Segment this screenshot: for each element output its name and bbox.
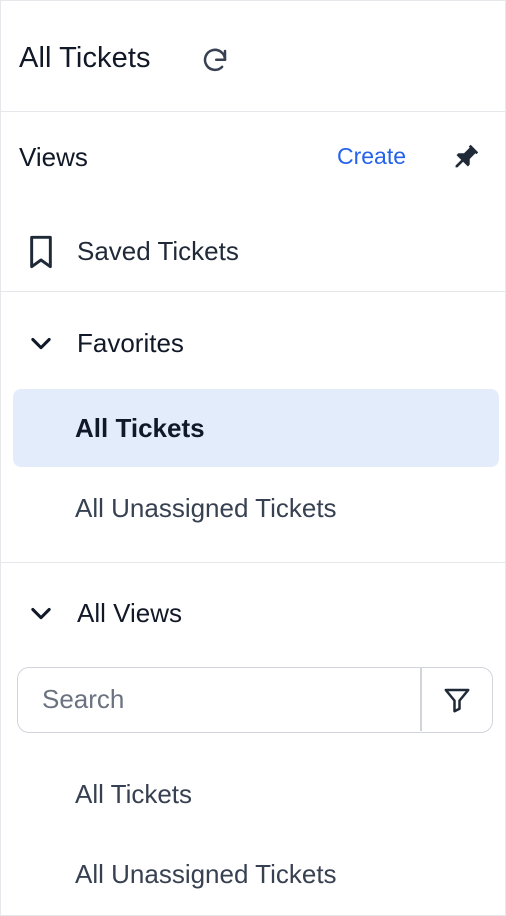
saved-tickets-item[interactable]: Saved Tickets: [1, 213, 505, 292]
favorites-label: Favorites: [77, 328, 184, 358]
bookmark-icon: [25, 234, 57, 270]
views-panel: All Tickets Views Create Saved Tickets F…: [0, 0, 506, 916]
all-views-label: All Views: [77, 598, 183, 628]
view-item-all-unassigned-tickets[interactable]: All Unassigned Tickets: [13, 835, 499, 913]
favorite-item-all-unassigned-tickets[interactable]: All Unassigned Tickets: [13, 469, 499, 547]
view-item-all-tickets[interactable]: All Tickets: [13, 755, 499, 833]
list-item-label: All Tickets: [75, 413, 205, 443]
refresh-icon[interactable]: [199, 45, 231, 77]
list-item-label: All Tickets: [75, 779, 193, 809]
search-input[interactable]: [20, 670, 416, 728]
divider: [1, 562, 505, 563]
views-label: Views: [19, 142, 88, 172]
pin-icon[interactable]: [447, 140, 483, 176]
list-item-label: All Unassigned Tickets: [75, 859, 337, 889]
create-view-link[interactable]: Create: [337, 143, 406, 170]
view-search-box: [17, 667, 493, 733]
favorite-item-all-tickets[interactable]: All Tickets: [13, 389, 499, 467]
favorites-toggle[interactable]: Favorites: [1, 317, 505, 367]
chevron-down-icon: [27, 329, 55, 357]
chevron-down-icon: [27, 599, 55, 627]
all-views-toggle[interactable]: All Views: [1, 587, 505, 637]
list-item-label: All Unassigned Tickets: [75, 493, 337, 523]
panel-header: All Tickets: [1, 1, 505, 112]
views-header: Views Create: [1, 112, 505, 202]
saved-tickets-label: Saved Tickets: [77, 236, 239, 266]
filter-icon[interactable]: [422, 668, 492, 731]
page-title: All Tickets: [19, 42, 151, 74]
